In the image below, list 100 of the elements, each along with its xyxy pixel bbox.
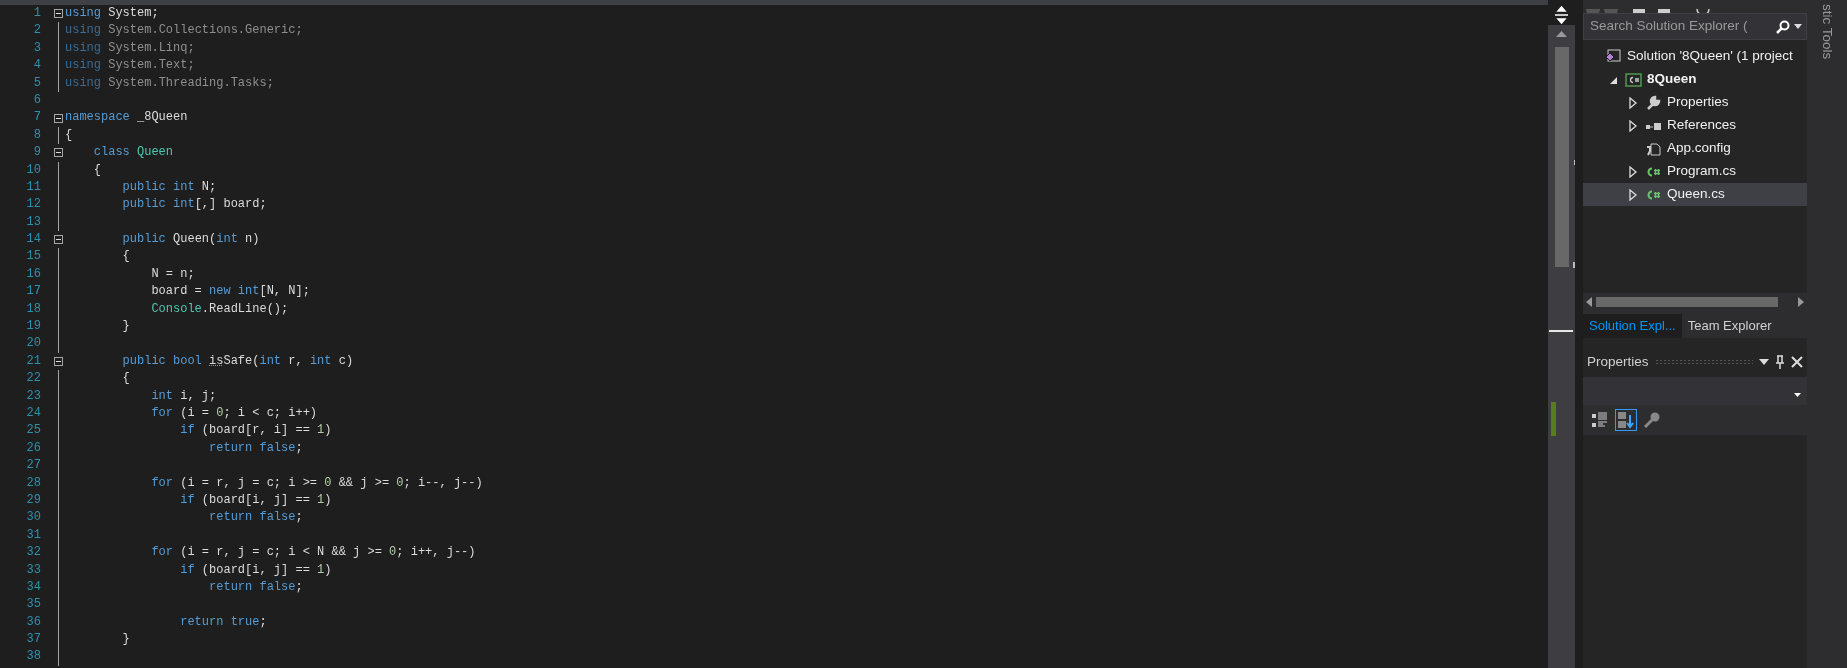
line-number: 15 [25, 248, 41, 266]
collapse-icon[interactable] [54, 357, 63, 366]
line-number: 3 [32, 39, 41, 57]
line-number: 28 [25, 474, 41, 492]
config-file-icon [1645, 140, 1662, 157]
search-icon[interactable] [1776, 19, 1790, 34]
scroll-left-icon[interactable] [1586, 297, 1592, 307]
code-line: N = n; [150, 265, 195, 283]
line-number: 38 [25, 648, 41, 666]
code-line: int i, j; [150, 387, 217, 405]
code-line: return false; [208, 439, 303, 457]
line-number: 26 [25, 439, 41, 457]
code-line: public int N; [121, 178, 217, 196]
code-line: using System.Linq; [65, 39, 195, 57]
tree-item[interactable]: Solution '8Queen' (1 project [1583, 45, 1807, 68]
line-number: 33 [25, 561, 41, 579]
vertical-scrollbar[interactable] [1548, 25, 1575, 668]
line-number: 24 [25, 405, 41, 422]
side-tab[interactable]: stic Tools [1816, 4, 1838, 60]
code-line: using System.Threading.Tasks; [65, 74, 274, 92]
line-number: 30 [25, 509, 41, 527]
code-line: using System.Collections.Generic; [65, 22, 303, 40]
code-line: for (i = 0; i < c; i++) [150, 405, 318, 422]
search-box[interactable]: Search Solution Explorer ( [1583, 13, 1807, 40]
line-number: 13 [25, 213, 41, 231]
collapse-icon[interactable] [54, 235, 63, 245]
csharp-project-icon [1625, 71, 1642, 88]
code-line: for (i = r, j = c; i < N && j >= 0; i++, j--) [150, 544, 476, 562]
tree-item[interactable]: References [1583, 114, 1807, 137]
collapse-icon[interactable] [54, 113, 63, 123]
code-line: for (i = r, j = c; i >= 0 && j >= 0; i--, j--) [150, 474, 483, 492]
line-number: 4 [32, 57, 41, 75]
line-number: 22 [25, 370, 41, 388]
line-number: 14 [25, 231, 41, 249]
line-number: 6 [32, 91, 41, 109]
tab[interactable]: Solution Expl... [1583, 314, 1682, 338]
code-line: using System; [65, 5, 159, 22]
line-number: 2 [32, 22, 41, 40]
sort-alphabetical-button[interactable] [1615, 409, 1637, 431]
code-line: { [92, 161, 101, 179]
dropdown-caret-icon[interactable] [1794, 393, 1801, 397]
dropdown-caret-icon[interactable] [1794, 24, 1802, 29]
code-line: namespace _8Queen [65, 109, 188, 127]
code-line: if (board[i, j] == 1) [179, 491, 332, 509]
panel-title: Properties [1587, 352, 1649, 371]
close-icon[interactable] [1791, 356, 1803, 368]
collapsed-arrow-icon[interactable] [1628, 119, 1638, 132]
line-number: 32 [25, 544, 41, 562]
tree-item[interactable]: App.config [1583, 137, 1807, 160]
line-number: 36 [25, 613, 41, 631]
line-number: 21 [25, 352, 41, 370]
collapsed-arrow-icon[interactable] [1628, 96, 1638, 109]
search-field[interactable]: Search Solution Explorer ( [1588, 15, 1772, 38]
code-line: return true; [179, 613, 267, 631]
code-line: } [121, 631, 130, 649]
code-line: using System.Text; [65, 57, 195, 75]
collapsed-arrow-icon[interactable] [1628, 165, 1638, 178]
line-number: 7 [32, 109, 41, 127]
line-number: 17 [25, 283, 41, 301]
line-number: 27 [25, 457, 41, 475]
code-line: { [121, 370, 130, 388]
dropdown-caret-icon[interactable] [1759, 359, 1769, 365]
solution-icon [1605, 48, 1622, 65]
code-line: return false; [208, 509, 303, 527]
collapsed-arrow-icon[interactable] [1628, 188, 1638, 201]
line-number: 12 [25, 196, 41, 214]
collapse-icon[interactable] [54, 9, 63, 19]
tree-item[interactable]: 8Queen [1583, 68, 1807, 91]
line-number: 20 [25, 335, 41, 353]
code-line: } [121, 318, 130, 336]
code-line: { [121, 248, 130, 266]
line-number: 34 [25, 578, 41, 596]
line-number: 25 [25, 422, 41, 440]
line-number: 16 [25, 265, 41, 283]
collapse-icon[interactable] [54, 148, 63, 158]
code-line: board = new int[N, N]; [150, 283, 310, 301]
line-number: 11 [25, 178, 41, 196]
code-line: Console.ReadLine(); [150, 300, 289, 318]
code-line: if (board[i, j] == 1) [179, 561, 332, 579]
code-line: class Queen [92, 144, 174, 162]
tree-item[interactable]: Properties [1583, 91, 1807, 114]
wrench-icon [1645, 94, 1662, 111]
code-line: public Queen(int n) [121, 231, 260, 249]
code-line: public int[,] board; [121, 196, 267, 214]
line-number: 1 [32, 5, 41, 22]
line-number: 9 [32, 144, 41, 162]
line-number: 18 [25, 300, 41, 318]
tree-item[interactable]: Queen.cs [1583, 183, 1807, 206]
line-number: 31 [25, 526, 41, 544]
line-number: 23 [25, 387, 41, 405]
line-number: 35 [25, 596, 41, 614]
code-line: if (board[r, i] == 1) [179, 422, 332, 440]
line-number: 5 [32, 74, 41, 92]
pin-icon[interactable] [1775, 355, 1785, 369]
scroll-right-icon[interactable] [1798, 297, 1804, 307]
code-line: { [65, 126, 73, 144]
tree-item[interactable]: Program.cs [1583, 160, 1807, 183]
code-line: return false; [208, 578, 303, 596]
line-number: 19 [25, 318, 41, 336]
line-number: 29 [25, 491, 41, 509]
